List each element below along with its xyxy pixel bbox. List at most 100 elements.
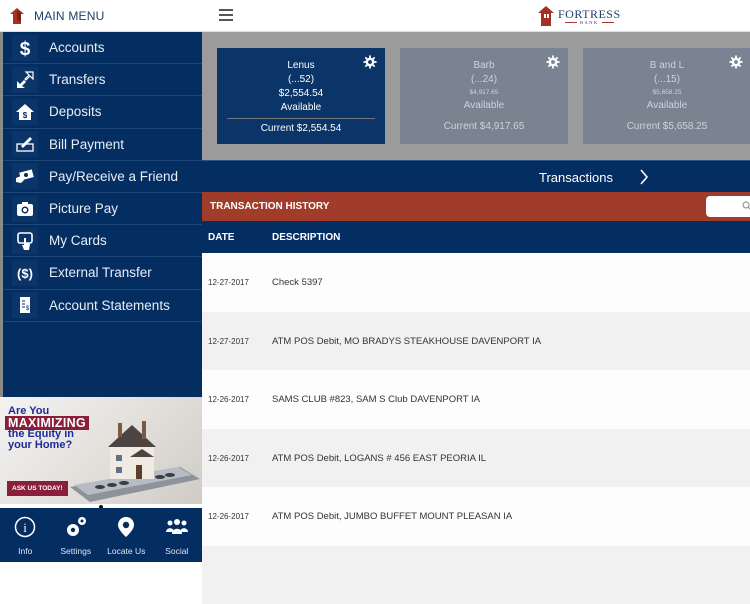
table-row[interactable]: 12-27-2017 Check 5397 — [202, 253, 750, 312]
card-divider — [227, 118, 375, 119]
transfer-arrows-icon — [12, 67, 38, 93]
account-name: Lenus — [217, 59, 385, 73]
table-row[interactable]: 12-26-2017 ATM POS Debit, JUMBO BUFFET M… — [202, 487, 750, 546]
sidebar-item-external-transfer[interactable]: ($) External Transfer — [3, 257, 202, 289]
transaction-date: 12-26-2017 — [208, 512, 249, 521]
sidebar-item-label: Bill Payment — [49, 137, 124, 152]
promo-banner[interactable]: Are You MAXIMIZING the Equity in your Ho… — [0, 397, 202, 504]
transaction-date: 12-27-2017 — [208, 337, 249, 346]
search-icon — [742, 201, 750, 211]
sidebar-item-label: Deposits — [49, 104, 102, 119]
table-column-headers: DATE DESCRIPTION — [202, 221, 750, 253]
transaction-date: 12-26-2017 — [208, 454, 249, 463]
current-balance: Current $5,658.25 — [583, 120, 750, 134]
bottom-nav-settings[interactable]: Settings — [51, 508, 102, 562]
table-row[interactable]: 12-27-2017 ATM POS Debit, MO BRADYS STEA… — [202, 312, 750, 371]
gear-icon[interactable] — [729, 55, 743, 69]
info-icon: i — [13, 515, 37, 539]
transaction-description: ATM POS Debit, LOGANS # 456 EAST PEORIA … — [272, 453, 486, 464]
bottom-nav-info[interactable]: i Info — [0, 508, 51, 562]
main-content: Lenus (...52) $2,554.54 Available Curren… — [202, 32, 750, 562]
sidebar-item-label: Transfers — [49, 72, 106, 87]
sidebar-item-label: Picture Pay — [49, 201, 118, 216]
location-pin-icon — [114, 515, 138, 539]
statement-icon: $ — [12, 292, 38, 318]
bank-logo-icon — [10, 8, 24, 24]
people-icon — [165, 515, 189, 539]
available-label: Available — [217, 101, 385, 115]
sidebar-item-bill-payment[interactable]: Bill Payment — [3, 129, 202, 161]
sidebar-item-my-cards[interactable]: My Cards — [3, 225, 202, 257]
bottom-nav-label: Settings — [60, 546, 91, 556]
hamburger-line — [219, 9, 233, 11]
account-cards-carousel[interactable]: Lenus (...52) $2,554.54 Available Curren… — [202, 32, 750, 160]
sidebar-item-label: Account Statements — [49, 298, 170, 313]
available-amount: $5,658.25 — [583, 87, 750, 99]
card-divider — [410, 116, 558, 117]
bottom-nav-label: Social — [165, 546, 188, 556]
gear-icon[interactable] — [363, 55, 377, 69]
hamburger-menu-button[interactable] — [219, 9, 233, 21]
current-balance: Current $4,917.65 — [400, 120, 568, 134]
account-number: (...24) — [400, 73, 568, 87]
gear-icon[interactable] — [546, 55, 560, 69]
account-card[interactable]: Lenus (...52) $2,554.54 Available Curren… — [217, 48, 385, 144]
account-number: (...52) — [217, 73, 385, 87]
main-menu-label: MAIN MENU — [34, 9, 104, 23]
transaction-list: 12-27-2017 Check 5397 12-27-2017 ATM POS… — [202, 253, 750, 604]
search-input[interactable] — [706, 196, 750, 217]
available-label: Available — [583, 99, 750, 113]
svg-text:$: $ — [23, 111, 28, 120]
bottom-nav-label: Info — [18, 546, 32, 556]
sidebar-menu: $ Accounts Transfers $ Deposits Bill Pay… — [0, 32, 202, 397]
money-hand-icon — [12, 163, 38, 189]
transactions-nav-bar[interactable]: Transactions — [202, 160, 750, 192]
bottom-nav-social[interactable]: Social — [152, 508, 203, 562]
table-row[interactable]: 12-26-2017 SAMS CLUB #823, SAM S Club DA… — [202, 370, 750, 429]
bottom-nav-label: Locate Us — [107, 546, 145, 556]
transaction-history-title: TRANSACTION HISTORY — [210, 201, 329, 212]
available-amount: $2,554.54 — [217, 87, 385, 101]
sidebar-item-pay-receive-friend[interactable]: Pay/Receive a Friend — [3, 161, 202, 193]
top-bar: MAIN MENU FORTRESS BANK — [0, 0, 750, 32]
transactions-label: Transactions — [539, 170, 613, 185]
brand-name: FORTRESS — [558, 8, 621, 20]
sidebar-item-label: My Cards — [49, 233, 107, 248]
sidebar-item-label: Pay/Receive a Friend — [49, 169, 178, 184]
table-row[interactable] — [202, 546, 750, 604]
sidebar-item-label: Accounts — [49, 40, 105, 55]
sidebar-item-label: External Transfer — [49, 265, 152, 280]
sidebar-item-deposits[interactable]: $ Deposits — [3, 96, 202, 128]
ask-us-today-button[interactable]: ASK US TODAY! — [7, 481, 68, 496]
transaction-date: 12-26-2017 — [208, 395, 249, 404]
account-card[interactable]: B and L (...15) $5,658.25 Available Curr… — [583, 48, 750, 144]
hamburger-line — [219, 14, 233, 16]
sidebar-item-accounts[interactable]: $ Accounts — [3, 32, 202, 64]
brand-subtitle: BANK — [565, 20, 614, 25]
account-name: Barb — [400, 59, 568, 73]
camera-icon — [12, 196, 38, 222]
current-balance: Current $2,554.54 — [217, 122, 385, 136]
bottom-nav-locate-us[interactable]: Locate Us — [101, 508, 152, 562]
card-divider — [593, 116, 741, 117]
transaction-description: ATM POS Debit, JUMBO BUFFET MOUNT PLEASA… — [272, 511, 512, 522]
available-amount: $4,917.65 — [400, 87, 568, 99]
sidebar-item-transfers[interactable]: Transfers — [3, 64, 202, 96]
available-label: Available — [400, 99, 568, 113]
promo-headline-line3: the Equity in your Home? — [8, 429, 74, 451]
transaction-history-header: TRANSACTION HISTORY — [202, 192, 750, 221]
column-header-date: DATE — [208, 232, 234, 243]
account-card[interactable]: Barb (...24) $4,917.65 Available Current… — [400, 48, 568, 144]
table-row[interactable]: 12-26-2017 ATM POS Debit, LOGANS # 456 E… — [202, 429, 750, 488]
svg-text:i: i — [23, 520, 27, 535]
fortress-logo-icon — [538, 6, 554, 26]
sidebar-item-account-statements[interactable]: $ Account Statements — [3, 290, 202, 322]
svg-text:($): ($) — [17, 266, 33, 281]
svg-text:$: $ — [20, 39, 31, 58]
hamburger-line — [219, 19, 233, 21]
promo-line3b: your Home? — [8, 440, 74, 451]
sidebar-item-picture-pay[interactable]: Picture Pay — [3, 193, 202, 225]
transaction-description: SAMS CLUB #823, SAM S Club DAVENPORT IA — [272, 394, 480, 405]
dollar-icon: $ — [12, 35, 38, 61]
check-pen-icon — [12, 131, 38, 157]
